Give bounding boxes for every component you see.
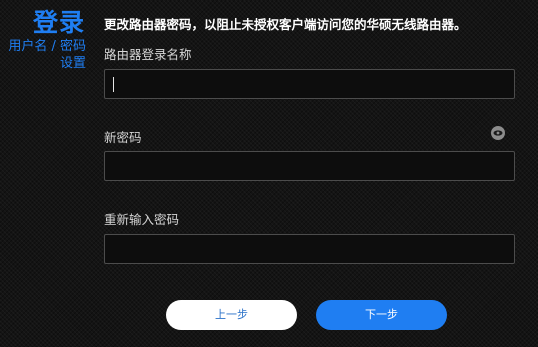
page-subtitle-line1: 用户名 / 密码 (8, 39, 86, 54)
eye-icon[interactable] (491, 126, 505, 140)
new-password-label: 新密码 (104, 130, 142, 145)
new-password-input[interactable] (104, 151, 515, 181)
router-login-name-input[interactable] (104, 69, 515, 99)
page-subtitle-line2: 设置 (59, 56, 86, 71)
page-title: 登录 (32, 8, 85, 37)
previous-step-button[interactable]: 上一步 (166, 300, 297, 330)
retype-password-input[interactable] (104, 234, 515, 264)
next-step-button[interactable]: 下一步 (316, 300, 447, 330)
retype-password-label: 重新输入密码 (104, 212, 180, 227)
router-login-name-label: 路由器登录名称 (104, 47, 192, 62)
form-description: 更改路由器密码，以阻止未授权客户端访问您的华硕无线路由器。 (104, 17, 467, 32)
text-caret (113, 77, 114, 92)
sidebar: 登录 用户名 / 密码 设置 (0, 8, 86, 72)
